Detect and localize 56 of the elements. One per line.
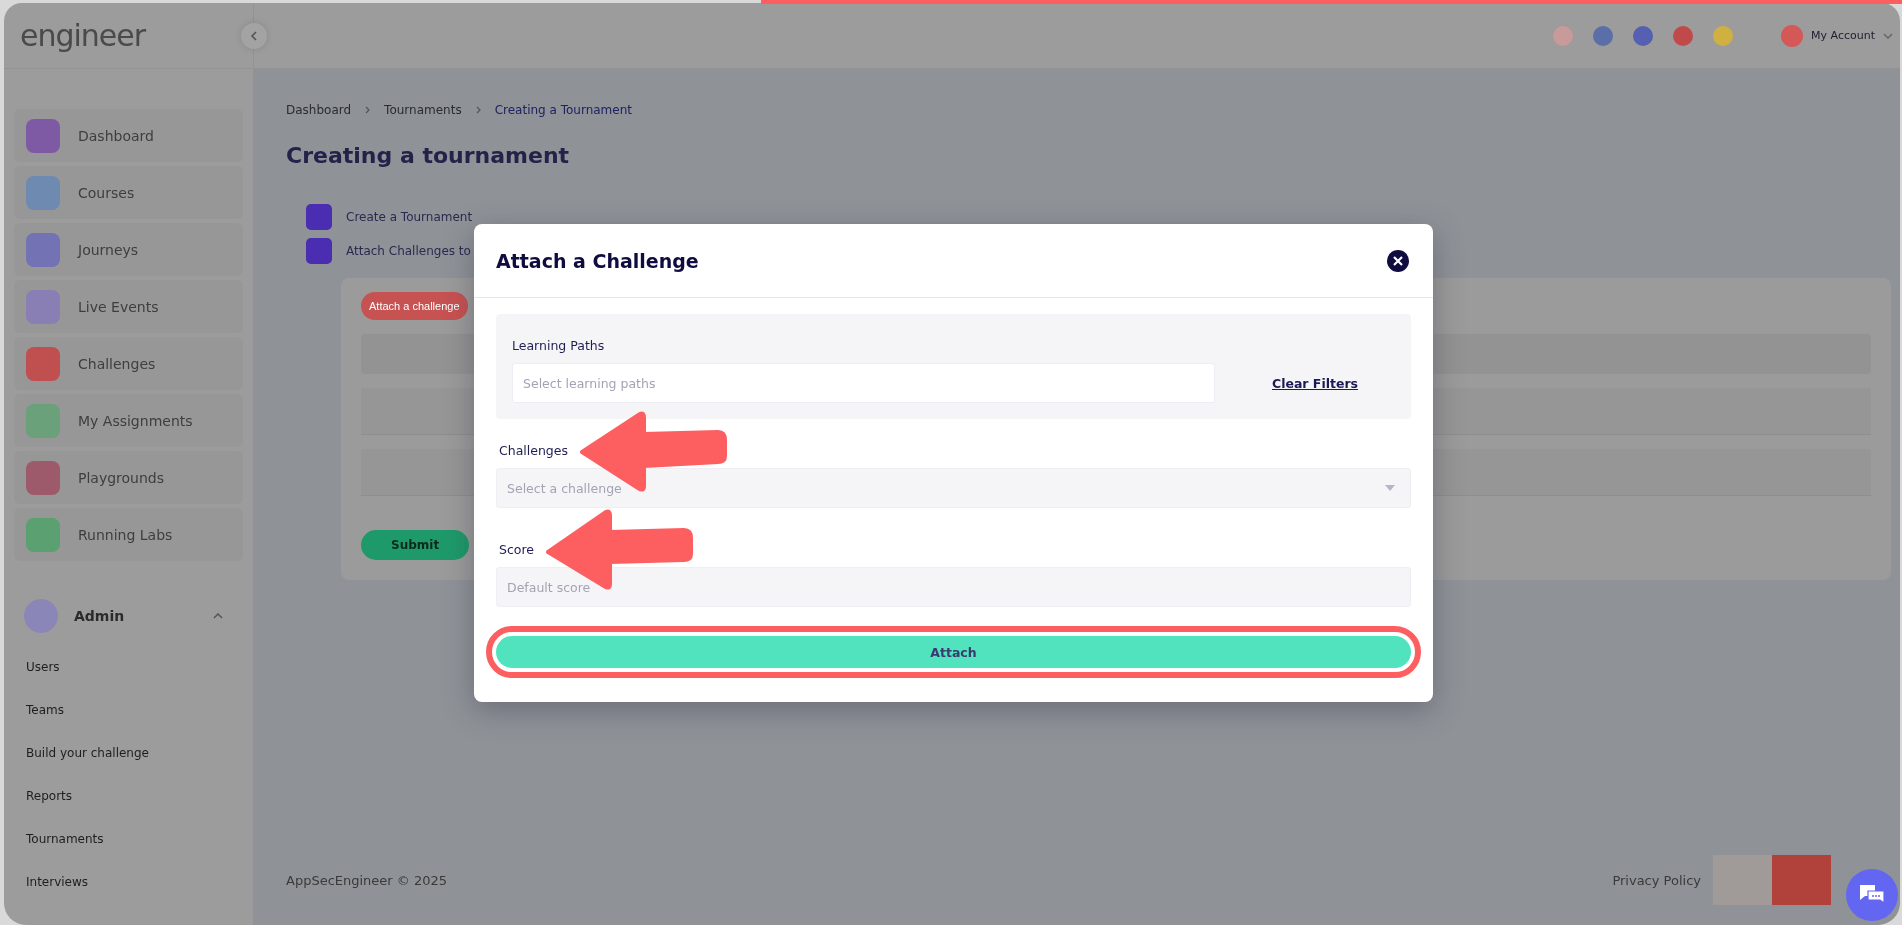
page-title: Creating a tournament bbox=[286, 143, 571, 168]
step-icon bbox=[306, 204, 332, 230]
attach-challenge-button[interactable]: Attach a challenge bbox=[361, 292, 468, 320]
sidebar-link[interactable]: Users bbox=[14, 645, 243, 688]
menu-item-icon bbox=[26, 175, 60, 210]
challenge-select[interactable]: Select a challenge bbox=[496, 468, 1411, 508]
chevron-icon bbox=[475, 106, 481, 114]
field-label: Learning Paths bbox=[512, 338, 606, 353]
menu-item-icon bbox=[26, 346, 60, 381]
privacy-policy-link[interactable]: Privacy Policy bbox=[1612, 872, 1701, 888]
caret-icon[interactable] bbox=[1883, 32, 1893, 39]
admin-icon bbox=[24, 599, 58, 633]
avatar-icon[interactable] bbox=[1781, 24, 1804, 47]
submit-button[interactable]: Submit bbox=[361, 530, 470, 560]
step-icon bbox=[306, 238, 332, 264]
sidebar-item[interactable]: Dashboard bbox=[14, 109, 243, 162]
sidebar-item[interactable]: Playgrounds bbox=[14, 451, 243, 504]
menu-item-icon bbox=[26, 289, 60, 324]
sidebar-item[interactable]: My Assignments bbox=[14, 394, 243, 447]
sidebar-link[interactable]: Tournaments bbox=[14, 817, 243, 860]
account-menu[interactable]: My Account bbox=[1811, 29, 1875, 42]
modal-title: Attach a Challenge bbox=[496, 249, 700, 272]
sidebar-link[interactable]: Teams bbox=[14, 688, 243, 731]
collapse-toggle[interactable] bbox=[241, 22, 267, 49]
sidebar-link[interactable]: Interviews bbox=[14, 860, 243, 903]
learning-paths-select[interactable]: Select learning paths bbox=[512, 363, 1215, 403]
breadcrumb-link[interactable]: Tournaments bbox=[384, 103, 462, 117]
attach-button[interactable]: Attach bbox=[496, 636, 1411, 668]
sidebar-item[interactable]: Challenges bbox=[14, 337, 243, 390]
sidebar-item[interactable]: Journeys bbox=[14, 223, 243, 276]
copyright-text: AppSecEngineer © 2025 bbox=[286, 872, 448, 888]
breadcrumb-link[interactable]: Dashboard bbox=[286, 103, 352, 117]
menu-item-icon bbox=[26, 118, 60, 153]
breadcrumb-link[interactable]: Creating a Tournament bbox=[494, 103, 632, 117]
menu-item-icon bbox=[26, 517, 60, 552]
sidebar-item[interactable]: Running Labs bbox=[14, 508, 243, 561]
admin-section-label[interactable]: Admin bbox=[74, 608, 125, 624]
menu-item-icon bbox=[26, 232, 60, 267]
menu-item-icon bbox=[26, 460, 60, 495]
field-label: Challenges bbox=[498, 443, 569, 458]
step-label: Create a Tournament bbox=[346, 210, 473, 224]
review-badge-icon[interactable] bbox=[1713, 855, 1831, 905]
field-label: Score bbox=[498, 542, 535, 557]
menu-item-icon bbox=[26, 403, 60, 438]
chevron-icon[interactable] bbox=[250, 30, 258, 41]
sidebar-link[interactable]: Reports bbox=[14, 774, 243, 817]
close-icon[interactable] bbox=[1387, 249, 1409, 272]
sidebar-link[interactable]: Build your challenge bbox=[14, 731, 243, 774]
score-field[interactable]: Default score bbox=[496, 567, 1411, 607]
caret-icon[interactable] bbox=[1385, 485, 1395, 491]
chevron-icon bbox=[365, 106, 371, 114]
step-label: Attach Challenges to bbox=[346, 244, 471, 258]
clear-filters-link[interactable]: Clear Filters bbox=[1271, 375, 1359, 391]
sidebar-item[interactable]: Courses bbox=[14, 166, 243, 219]
chevron-icon[interactable] bbox=[213, 613, 223, 619]
sidebar-item[interactable]: Live Events bbox=[14, 280, 243, 333]
